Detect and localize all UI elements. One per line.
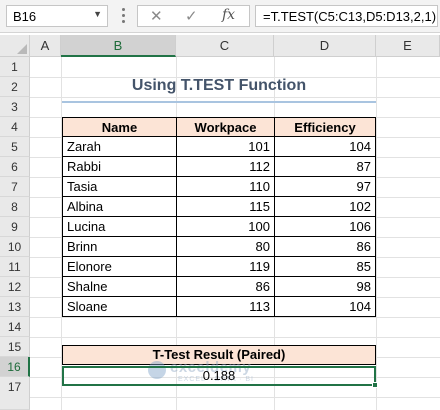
chevron-down-icon[interactable]: ▼ [93, 9, 102, 19]
gridline [30, 317, 440, 318]
gridline [30, 337, 440, 338]
select-all-button[interactable] [0, 35, 30, 57]
table-cell-workpace[interactable]: 86 [177, 277, 275, 297]
worksheet-grid: A B C D E 1 2 3 4 5 6 7 8 9 10 11 12 13 … [0, 35, 440, 410]
table-cell-name[interactable]: Lucina [62, 217, 177, 237]
table-cell-workpace[interactable]: 113 [177, 297, 275, 317]
column-header-c[interactable]: C [176, 35, 274, 57]
title-underline [62, 101, 376, 103]
formula-bar: B16 ▼ ✕ ✓ fx =T.TEST(C5:C13,D5:D13,2,1) [0, 0, 440, 33]
table-cell-efficiency[interactable]: 104 [275, 297, 376, 317]
table-cell-name[interactable]: Zarah [62, 137, 177, 157]
result-value-cell[interactable]: 0.188 [62, 366, 376, 386]
table-cell-efficiency[interactable]: 86 [275, 237, 376, 257]
table-cell-name[interactable]: Elonore [62, 257, 177, 277]
result-label[interactable]: T-Test Result (Paired) [62, 345, 376, 365]
table-cell-name[interactable]: Rabbi [62, 157, 177, 177]
formula-buttons: ✕ ✓ fx [137, 5, 250, 27]
row-header[interactable]: 6 [0, 157, 30, 177]
table-cell-name[interactable]: Brinn [62, 237, 177, 257]
enter-icon[interactable]: ✓ [185, 7, 198, 25]
table-cell-efficiency[interactable]: 104 [275, 137, 376, 157]
row-header[interactable]: 9 [0, 217, 30, 237]
row-header-selected[interactable]: 16 [0, 357, 30, 377]
drag-handle-icon[interactable] [119, 8, 129, 24]
table-cell-efficiency[interactable]: 106 [275, 217, 376, 237]
sheet-title: Using T.TEST Function [131, 77, 307, 94]
column-header-d[interactable]: D [274, 35, 376, 57]
table-cell-workpace[interactable]: 115 [177, 197, 275, 217]
table-cell-efficiency[interactable]: 85 [275, 257, 376, 277]
fill-handle[interactable] [372, 382, 378, 388]
row-header[interactable]: 2 [0, 77, 30, 97]
table-header-efficiency[interactable]: Efficiency [275, 117, 376, 137]
row-header[interactable]: 5 [0, 137, 30, 157]
insert-function-icon[interactable]: fx [222, 7, 235, 23]
table-cell-name[interactable]: Albina [62, 197, 177, 217]
row-header[interactable]: 3 [0, 97, 30, 117]
formula-text: =T.TEST(C5:C13,D5:D13,2,1) [263, 9, 437, 24]
table-header-workpace[interactable]: Workpace [177, 117, 275, 137]
cancel-icon[interactable]: ✕ [150, 7, 163, 25]
row-header[interactable]: 4 [0, 117, 30, 137]
name-box-value: B16 [13, 9, 37, 24]
table-header-name[interactable]: Name [62, 117, 177, 137]
table-cell-workpace[interactable]: 80 [177, 237, 275, 257]
row-header[interactable]: 10 [0, 237, 30, 257]
row-header[interactable]: 15 [0, 337, 30, 357]
row-header[interactable]: 7 [0, 177, 30, 197]
table-cell-workpace[interactable]: 101 [177, 137, 275, 157]
table-cell-name[interactable]: Sloane [62, 297, 177, 317]
column-header-b[interactable]: B [61, 35, 176, 57]
row-header[interactable]: 1 [0, 57, 30, 77]
row-header[interactable]: 17 [0, 377, 30, 410]
column-header-a[interactable]: A [30, 35, 61, 57]
table-cell-efficiency[interactable]: 98 [275, 277, 376, 297]
row-header[interactable]: 12 [0, 277, 30, 297]
row-header[interactable]: 13 [0, 297, 30, 317]
table-cell-workpace[interactable]: 112 [177, 157, 275, 177]
table-cell-workpace[interactable]: 119 [177, 257, 275, 277]
table-cell-name[interactable]: Tasia [62, 177, 177, 197]
formula-input[interactable]: =T.TEST(C5:C13,D5:D13,2,1) [255, 5, 438, 27]
table-cell-efficiency[interactable]: 87 [275, 157, 376, 177]
row-header[interactable]: 11 [0, 257, 30, 277]
table-cell-name[interactable]: Shalne [62, 277, 177, 297]
row-header[interactable]: 14 [0, 317, 30, 337]
gridline [30, 97, 440, 98]
table-cell-workpace[interactable]: 110 [177, 177, 275, 197]
table-cell-workpace[interactable]: 100 [177, 217, 275, 237]
table-cell-efficiency[interactable]: 97 [275, 177, 376, 197]
column-header-e[interactable]: E [376, 35, 440, 57]
gridline [30, 397, 440, 398]
row-header[interactable]: 8 [0, 197, 30, 217]
name-box[interactable]: B16 ▼ [6, 5, 108, 27]
table-cell-efficiency[interactable]: 102 [275, 197, 376, 217]
